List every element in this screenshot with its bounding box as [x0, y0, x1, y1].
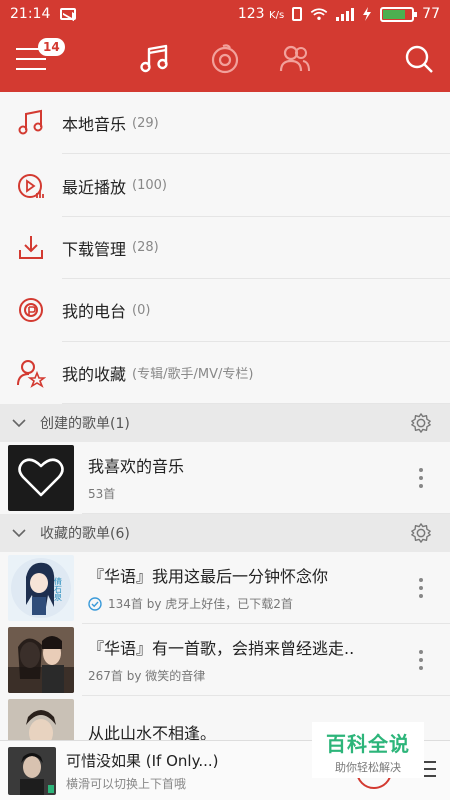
anime-girl-cover-icon: 倩石泉: [11, 557, 71, 618]
playlist-meta: 267首 by 微笑的音律: [88, 669, 206, 684]
playlist-meta: 53首: [88, 487, 116, 502]
playlist-cover: [8, 626, 74, 693]
watermark-subtitle: 助你轻松解决: [335, 761, 401, 774]
tab-friends-icon[interactable]: [278, 42, 312, 76]
menu-label: 最近播放: [62, 177, 127, 197]
menu-label: 我的收藏: [62, 364, 127, 384]
gear-icon[interactable]: [410, 522, 432, 544]
watermark: 百科全说 助你轻松解决: [312, 722, 424, 778]
my-music-list: 本地音乐 (29) 最近播放 (100) 下载管理 (28) 我的电台 (0) …: [0, 92, 450, 768]
playlist-title: 『华语』有一首歌，会捎来曾经逃走..: [88, 639, 355, 659]
chevron-down-icon: [12, 419, 26, 428]
notification-badge: 14: [38, 38, 65, 56]
heart-icon: [18, 458, 64, 497]
menu-item-favorites[interactable]: 我的收藏 (专辑/歌手/MV/专栏): [0, 342, 450, 405]
more-options-icon[interactable]: [418, 649, 424, 670]
menu-label: 我的电台: [62, 302, 127, 322]
playlist-title: 『华语』我用这最后一分钟怀念你: [88, 567, 329, 587]
menu-item-recent-play[interactable]: 最近播放 (100): [0, 154, 450, 218]
app-header: 14: [0, 28, 450, 92]
charging-icon: [363, 7, 372, 21]
menu-count: (100): [132, 178, 167, 194]
mail-icon: [60, 8, 77, 20]
collected-playlists-header[interactable]: 收藏的歌单(6): [0, 513, 450, 552]
recent-play-icon: [18, 173, 44, 198]
svg-text:倩石泉: 倩石泉: [54, 576, 63, 601]
menu-count: (28): [132, 240, 159, 256]
search-icon[interactable]: [404, 44, 434, 74]
watermark-title: 百科全说: [326, 732, 410, 756]
created-playlists-header[interactable]: 创建的歌单(1): [0, 403, 450, 442]
downloaded-check-icon: [88, 597, 102, 611]
battery-icon: [380, 6, 418, 22]
music-note-icon: [18, 109, 43, 135]
section-title: 创建的歌单(1): [40, 415, 130, 432]
now-playing-title: 可惜没如果 (If Only...): [66, 751, 219, 770]
menu-label: 下载管理: [62, 239, 127, 259]
menu-count: (专辑/歌手/MV/专栏): [132, 367, 254, 383]
playlist-row[interactable]: 『华语』有一首歌，会捎来曾经逃走.. 267首 by 微笑的音律: [0, 623, 450, 696]
now-playing-cover: [8, 746, 56, 795]
gear-icon[interactable]: [410, 412, 432, 434]
battery-percent: 77: [422, 6, 440, 22]
menu-item-local-music[interactable]: 本地音乐 (29): [0, 92, 450, 155]
tab-discover-icon[interactable]: [208, 42, 242, 76]
playlist-cover: 倩石泉: [8, 554, 74, 621]
menu-label: 本地音乐: [62, 115, 127, 135]
menu-count: (0): [132, 302, 151, 318]
swipe-hint: 横滑可以切换上下首哦: [66, 776, 187, 791]
menu-item-radio[interactable]: 我的电台 (0): [0, 279, 450, 342]
menu-count: (29): [132, 115, 159, 131]
section-title: 收藏的歌单(6): [40, 525, 130, 542]
playlist-meta: 134首 by 虎牙上好佳，已下载2首: [108, 597, 293, 612]
network-speed: 123 K/s: [237, 6, 285, 22]
vibrate-icon: [292, 7, 303, 21]
playlist-cover: [8, 444, 74, 511]
signal-icon: [336, 7, 355, 21]
tab-music-icon[interactable]: [138, 42, 172, 76]
radio-icon: [19, 298, 43, 323]
download-icon: [19, 235, 43, 259]
favorites-icon: [17, 359, 46, 388]
playlist-row[interactable]: 我喜欢的音乐 53首: [0, 441, 450, 514]
more-options-icon[interactable]: [418, 577, 424, 598]
playlist-title: 我喜欢的音乐: [88, 457, 185, 477]
couple-photo-icon: [8, 626, 74, 693]
chevron-down-icon: [12, 529, 26, 538]
status-bar: 21:14 123 K/s 77: [0, 0, 450, 28]
singer-photo-icon: [8, 746, 56, 795]
menu-item-downloads[interactable]: 下载管理 (28): [0, 217, 450, 280]
playlist-row[interactable]: 倩石泉 『华语』我用这最后一分钟怀念你 134首 by 虎牙上好佳，已下载2首: [0, 551, 450, 624]
status-time: 21:14: [10, 6, 51, 22]
wifi-icon: [310, 8, 328, 20]
more-options-icon[interactable]: [418, 467, 424, 488]
